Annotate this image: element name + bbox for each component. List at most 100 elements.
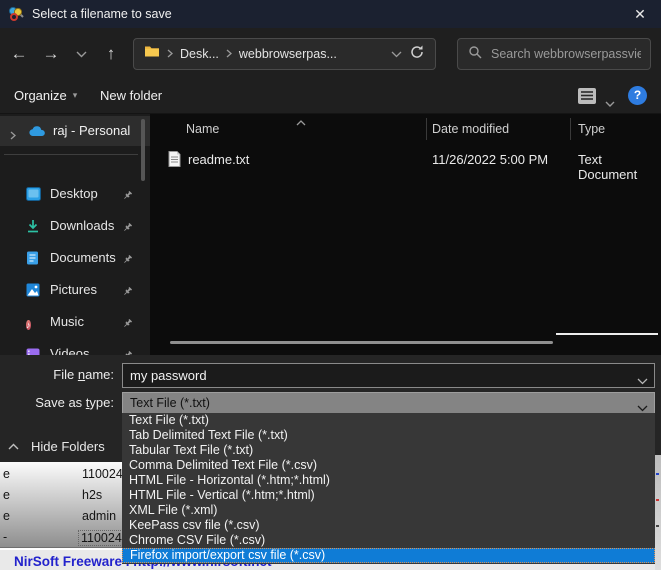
onedrive-cloud-icon	[28, 124, 46, 142]
dialog-title: Select a filename to save	[32, 7, 172, 21]
column-header-date-modified[interactable]: Date modified	[432, 122, 509, 136]
address-bar[interactable]: Desk... webbrowserpas...	[133, 38, 436, 70]
sidebar-profile-label: raj - Personal	[53, 123, 131, 138]
help-icon[interactable]: ?	[628, 86, 647, 105]
dropdown-option[interactable]: HTML File - Horizontal (*.htm;*.html)	[122, 473, 655, 488]
music-note-icon: ♪	[26, 320, 31, 330]
table-row: - 110024	[0, 527, 122, 547]
sidebar-item-label: Downloads	[50, 218, 115, 233]
column-header-type[interactable]: Type	[578, 122, 605, 136]
refresh-icon[interactable]	[409, 44, 425, 65]
file-list: Name Date modified Type readme.txt 11/26…	[150, 114, 661, 355]
documents-icon	[26, 251, 39, 270]
breadcrumb-segment-desktop[interactable]: Desk...	[180, 47, 219, 61]
sort-ascending-icon	[296, 115, 306, 129]
table-row: e 1100249	[3, 467, 122, 481]
pictures-icon	[26, 283, 40, 302]
horizontal-scrollbar[interactable]	[170, 341, 553, 344]
chevron-right-icon	[167, 45, 173, 63]
dropdown-option-highlighted[interactable]: Firefox import/export csv file (*.csv)	[122, 548, 655, 563]
sidebar-item-videos[interactable]: Videos	[0, 338, 150, 355]
scrollbar-track-highlight	[556, 333, 658, 335]
title-bar: Select a filename to save ✕	[0, 0, 661, 28]
dropdown-option[interactable]: KeePass csv file (*.csv)	[122, 518, 655, 533]
file-list-header: Name Date modified Type	[150, 114, 661, 142]
background-window-edge	[655, 455, 661, 570]
command-toolbar: Organize ▾ New folder ?	[0, 80, 661, 114]
downloads-icon	[26, 219, 40, 238]
column-divider[interactable]	[426, 118, 427, 140]
table-row: e admin	[3, 509, 117, 523]
pin-icon	[122, 284, 133, 302]
pin-icon	[122, 188, 133, 206]
address-dropdown-chevron-icon[interactable]	[391, 45, 402, 63]
up-icon[interactable]: ↑	[97, 40, 125, 68]
sidebar-item-onedrive-profile[interactable]: raj - Personal	[0, 116, 150, 146]
save-as-type-dropdown-list: Text File (*.txt) Tab Delimited Text Fil…	[122, 413, 655, 564]
dropdown-option[interactable]: XML File (*.xml)	[122, 503, 655, 518]
search-input[interactable]	[491, 47, 641, 61]
sidebar-item-label: Pictures	[50, 282, 97, 297]
recent-locations-chevron-icon[interactable]	[67, 40, 95, 68]
file-type: Text Document	[578, 152, 638, 182]
sidebar-item-downloads[interactable]: Downloads	[0, 210, 150, 242]
search-box[interactable]	[457, 38, 651, 70]
save-as-type-label: Save as type:	[35, 395, 114, 410]
dropdown-option[interactable]: HTML File - Vertical (*.htm;*.html)	[122, 488, 655, 503]
chevron-up-icon	[8, 443, 19, 450]
webbrowserpassview-app-icon	[8, 6, 24, 27]
organize-dropdown-icon: ▾	[72, 90, 78, 100]
organize-button[interactable]: Organize ▾	[14, 88, 77, 103]
sidebar-item-music[interactable]: ♪ Music	[0, 306, 150, 338]
file-row[interactable]: readme.txt 11/26/2022 5:00 PM Text Docum…	[150, 146, 661, 182]
file-name-dropdown-chevron-icon[interactable]	[637, 372, 648, 390]
sidebar-item-label: Videos	[50, 346, 90, 355]
sidebar-item-label: Desktop	[50, 186, 98, 201]
expand-chevron-icon[interactable]	[10, 127, 16, 145]
back-icon[interactable]: ←	[5, 40, 33, 68]
breadcrumb-segment-current[interactable]: webbrowserpas...	[239, 47, 337, 61]
sidebar-item-pictures[interactable]: Pictures	[0, 274, 150, 306]
dropdown-option[interactable]: Chrome CSV File (*.csv)	[122, 533, 655, 548]
file-name-input[interactable]	[122, 363, 655, 388]
sidebar-item-label: Music	[50, 314, 84, 329]
search-icon	[468, 45, 482, 64]
save-dialog: Select a filename to save ✕ ← → ↑ Desk..…	[0, 0, 661, 570]
sidebar-scrollbar[interactable]	[141, 119, 145, 181]
navigation-pane: raj - Personal Desktop Downloads Documen…	[0, 114, 150, 355]
pin-icon	[122, 220, 133, 238]
new-folder-button[interactable]: New folder	[100, 88, 162, 103]
sidebar-item-label: Documents	[50, 250, 116, 265]
save-as-type-combobox[interactable]: Text File (*.txt)	[122, 392, 655, 414]
pin-icon	[122, 348, 133, 355]
file-name: readme.txt	[188, 152, 250, 167]
forward-icon[interactable]: →	[37, 40, 65, 68]
pin-icon	[122, 316, 133, 334]
chevron-right-icon	[226, 45, 232, 63]
music-icon: ♪	[26, 315, 31, 333]
folder-icon	[144, 45, 160, 63]
dropdown-option[interactable]: Text File (*.txt)	[122, 413, 655, 428]
file-name-label: File name:	[53, 367, 114, 382]
column-divider[interactable]	[570, 118, 571, 140]
text-file-icon	[168, 151, 181, 170]
background-table: e 1100249 e h2s e admin - 110024	[0, 462, 122, 547]
hide-folders-label: Hide Folders	[31, 439, 105, 454]
sidebar-item-desktop[interactable]: Desktop	[0, 178, 150, 210]
table-row: e h2s	[3, 488, 103, 502]
dropdown-option[interactable]: Comma Delimited Text File (*.csv)	[122, 458, 655, 473]
videos-icon	[26, 347, 40, 355]
pin-icon	[122, 252, 133, 270]
desktop-icon	[26, 187, 41, 206]
sidebar-divider	[4, 154, 138, 155]
view-mode-icon[interactable]	[577, 87, 597, 110]
view-mode-chevron-icon[interactable]	[605, 94, 615, 112]
sidebar-item-documents[interactable]: Documents	[0, 242, 150, 274]
hide-folders-button[interactable]: Hide Folders	[8, 439, 105, 454]
content-area: raj - Personal Desktop Downloads Documen…	[0, 114, 661, 355]
close-icon[interactable]: ✕	[623, 0, 657, 28]
column-header-name[interactable]: Name	[186, 122, 219, 136]
file-date-modified: 11/26/2022 5:00 PM	[432, 152, 549, 167]
dropdown-option[interactable]: Tabular Text File (*.txt)	[122, 443, 655, 458]
dropdown-option[interactable]: Tab Delimited Text File (*.txt)	[122, 428, 655, 443]
